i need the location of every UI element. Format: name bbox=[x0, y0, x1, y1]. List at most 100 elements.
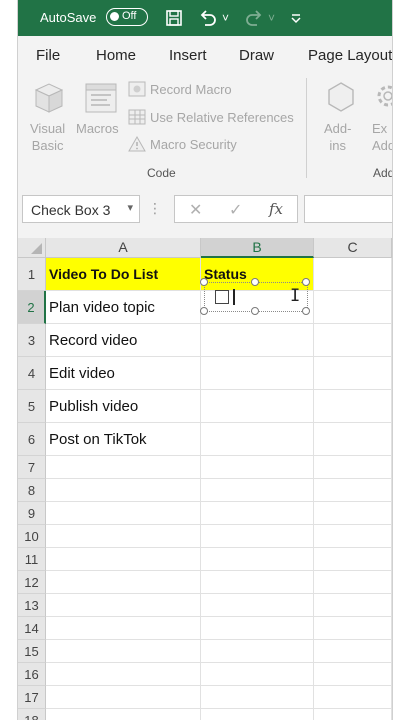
column-header-b[interactable]: B bbox=[201, 238, 314, 258]
cell-b8[interactable] bbox=[201, 479, 314, 502]
formula-input[interactable] bbox=[304, 195, 392, 223]
cell-c18[interactable] bbox=[314, 709, 392, 720]
row-header-5[interactable]: 5 bbox=[18, 390, 46, 423]
cell-c6[interactable] bbox=[314, 423, 392, 456]
cell-a11[interactable] bbox=[46, 548, 201, 571]
cell-c3[interactable] bbox=[314, 324, 392, 357]
cell-b17[interactable] bbox=[201, 686, 314, 709]
undo-icon[interactable] bbox=[198, 9, 218, 31]
cell-c10[interactable] bbox=[314, 525, 392, 548]
row-header-17[interactable]: 17 bbox=[18, 686, 46, 709]
row-header-9[interactable]: 9 bbox=[18, 502, 46, 525]
resize-handle-top[interactable] bbox=[251, 278, 259, 286]
cell-c9[interactable] bbox=[314, 502, 392, 525]
autosave-toggle[interactable]: Off bbox=[106, 8, 148, 26]
use-relative-references-button[interactable]: Use Relative References bbox=[150, 110, 294, 125]
row-header-8[interactable]: 8 bbox=[18, 479, 46, 502]
cell-a4[interactable]: Edit video bbox=[46, 357, 201, 390]
row-header-7[interactable]: 7 bbox=[18, 456, 46, 479]
cell-b12[interactable] bbox=[201, 571, 314, 594]
cell-a9[interactable] bbox=[46, 502, 201, 525]
row-header-10[interactable]: 10 bbox=[18, 525, 46, 548]
cell-a14[interactable] bbox=[46, 617, 201, 640]
cell-a18[interactable] bbox=[46, 709, 201, 720]
cell-a17[interactable] bbox=[46, 686, 201, 709]
column-header-a[interactable]: A bbox=[46, 238, 201, 258]
cell-b10[interactable] bbox=[201, 525, 314, 548]
cell-a7[interactable] bbox=[46, 456, 201, 479]
resize-handle-top-right[interactable] bbox=[302, 278, 310, 286]
row-header-11[interactable]: 11 bbox=[18, 548, 46, 571]
cell-a13[interactable] bbox=[46, 594, 201, 617]
tab-page-layout[interactable]: Page Layout bbox=[308, 47, 392, 64]
cell-b7[interactable] bbox=[201, 456, 314, 479]
tab-home[interactable]: Home bbox=[96, 47, 136, 64]
row-header-4[interactable]: 4 bbox=[18, 357, 46, 390]
cell-a12[interactable] bbox=[46, 571, 201, 594]
cell-b18[interactable] bbox=[201, 709, 314, 720]
row-header-6[interactable]: 6 bbox=[18, 423, 46, 456]
tab-file[interactable]: File bbox=[36, 47, 60, 64]
cell-c8[interactable] bbox=[314, 479, 392, 502]
cell-b5[interactable] bbox=[201, 390, 314, 423]
cell-b13[interactable] bbox=[201, 594, 314, 617]
record-macro-button[interactable]: Record Macro bbox=[150, 82, 232, 97]
cell-b4[interactable] bbox=[201, 357, 314, 390]
name-box-dropdown-icon[interactable]: ▾ bbox=[127, 201, 133, 214]
cell-b11[interactable] bbox=[201, 548, 314, 571]
addins-icon[interactable] bbox=[322, 80, 360, 121]
row-header-2[interactable]: 2 bbox=[18, 291, 46, 324]
cell-a3[interactable]: Record video bbox=[46, 324, 201, 357]
cell-c4[interactable] bbox=[314, 357, 392, 390]
column-header-c[interactable]: C bbox=[314, 238, 392, 258]
row-header-3[interactable]: 3 bbox=[18, 324, 46, 357]
macro-security-button[interactable]: Macro Security bbox=[150, 137, 237, 152]
row-header-12[interactable]: 12 bbox=[18, 571, 46, 594]
cell-b15[interactable] bbox=[201, 640, 314, 663]
cell-a1[interactable]: Video To Do List bbox=[46, 258, 201, 291]
tab-draw[interactable]: Draw bbox=[239, 47, 274, 64]
cell-a5[interactable]: Publish video bbox=[46, 390, 201, 423]
macros-icon[interactable] bbox=[82, 80, 120, 121]
resize-handle-bottom-right[interactable] bbox=[302, 307, 310, 315]
cell-b16[interactable] bbox=[201, 663, 314, 686]
name-box[interactable]: Check Box 3 ▾ bbox=[22, 195, 140, 223]
cell-b14[interactable] bbox=[201, 617, 314, 640]
enter-icon[interactable]: ✓ bbox=[229, 200, 242, 220]
resize-handle-bottom-left[interactable] bbox=[200, 307, 208, 315]
tab-insert[interactable]: Insert bbox=[169, 47, 207, 64]
cell-c15[interactable] bbox=[314, 640, 392, 663]
cell-a15[interactable] bbox=[46, 640, 201, 663]
cell-a2[interactable]: Plan video topic bbox=[46, 291, 201, 324]
cell-c1[interactable] bbox=[314, 258, 392, 291]
row-header-18[interactable]: 18 bbox=[18, 709, 46, 720]
customize-toolbar-icon[interactable] bbox=[290, 9, 302, 31]
cell-b9[interactable] bbox=[201, 502, 314, 525]
cell-b3[interactable] bbox=[201, 324, 314, 357]
select-all-corner[interactable] bbox=[18, 238, 46, 258]
formula-bar-splitter-icon[interactable]: ⋮ bbox=[148, 200, 162, 217]
cell-c11[interactable] bbox=[314, 548, 392, 571]
row-header-1[interactable]: 1 bbox=[18, 258, 46, 291]
undo-dropdown-icon[interactable]: ˅ bbox=[222, 9, 229, 27]
cell-c13[interactable] bbox=[314, 594, 392, 617]
visual-basic-icon[interactable] bbox=[30, 80, 68, 121]
row-header-14[interactable]: 14 bbox=[18, 617, 46, 640]
resize-handle-bottom[interactable] bbox=[251, 307, 259, 315]
cell-c12[interactable] bbox=[314, 571, 392, 594]
resize-handle-top-left[interactable] bbox=[200, 278, 208, 286]
cell-c16[interactable] bbox=[314, 663, 392, 686]
insert-function-icon[interactable]: fx bbox=[269, 200, 283, 218]
cancel-icon[interactable]: ✕ bbox=[189, 200, 202, 220]
cell-c17[interactable] bbox=[314, 686, 392, 709]
cell-c2[interactable] bbox=[314, 291, 392, 324]
cell-a8[interactable] bbox=[46, 479, 201, 502]
row-header-13[interactable]: 13 bbox=[18, 594, 46, 617]
cell-a10[interactable] bbox=[46, 525, 201, 548]
row-header-16[interactable]: 16 bbox=[18, 663, 46, 686]
cell-a6[interactable]: Post on TikTok bbox=[46, 423, 201, 456]
cell-c14[interactable] bbox=[314, 617, 392, 640]
checkbox-square[interactable] bbox=[215, 290, 229, 304]
save-icon[interactable] bbox=[165, 9, 183, 31]
excel-addins-gear-icon[interactable] bbox=[372, 80, 392, 121]
